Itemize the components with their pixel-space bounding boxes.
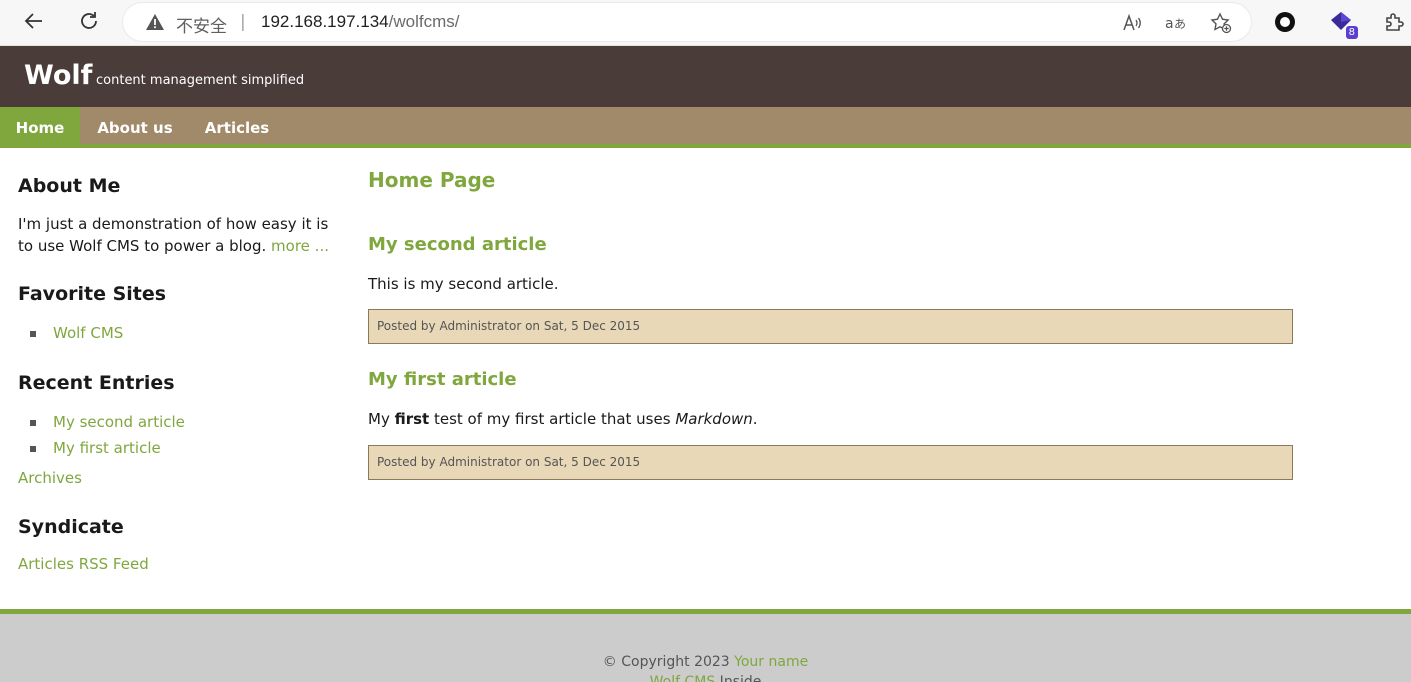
read-aloud-icon[interactable] (1121, 12, 1143, 34)
favorite-link-wolf-cms[interactable]: Wolf CMS (53, 324, 123, 342)
url-text[interactable]: 192.168.197.134/wolfcms/ (261, 12, 459, 32)
inside-text: Inside (715, 674, 762, 682)
refresh-icon (77, 9, 101, 37)
wolf-cms-footer-link[interactable]: Wolf CMS (650, 674, 716, 682)
archives-link[interactable]: Archives (18, 469, 82, 487)
list-item: Wolf CMS (18, 322, 123, 348)
site-title[interactable]: Wolf (24, 60, 92, 91)
article-title-first[interactable]: My first article (368, 369, 517, 390)
page-title: Home Page (368, 168, 496, 192)
article-body-first-suffix: . (752, 410, 758, 428)
syndicate-heading: Syndicate (18, 516, 124, 538)
extensions-puzzle-icon[interactable] (1382, 9, 1408, 35)
address-separator: | (240, 12, 246, 32)
article-title-second[interactable]: My second article (368, 234, 547, 255)
about-more-link[interactable]: more ... (271, 237, 329, 255)
about-heading: About Me (18, 175, 121, 197)
svg-text:a: a (1165, 16, 1174, 32)
back-arrow-icon (22, 9, 46, 37)
menu-item-home[interactable]: Home (0, 107, 80, 144)
main-menu: Home About us Articles (0, 107, 1411, 148)
extension-circle-icon[interactable] (1272, 9, 1298, 35)
about-text-line1: I'm just a demonstration of how easy it … (18, 215, 329, 233)
recent-link-second-article[interactable]: My second article (53, 413, 185, 431)
favorites-list: Wolf CMS (18, 322, 123, 348)
article-info-first: Posted by Administrator on Sat, 5 Dec 20… (368, 445, 1293, 480)
about-text: I'm just a demonstration of how easy it … (18, 213, 333, 257)
extension-badge: 8 (1345, 26, 1358, 39)
site-footer: © Copyright 2023 Your name Wolf CMS Insi… (0, 609, 1411, 682)
footer-copyright: © Copyright 2023 Your name (0, 654, 1411, 670)
article-info-second: Posted by Administrator on Sat, 5 Dec 20… (368, 309, 1293, 344)
translate-icon[interactable]: aあ (1165, 12, 1187, 34)
site-header: Wolf content management simplified (0, 46, 1411, 107)
address-bar[interactable]: 不安全 | 192.168.197.134/wolfcms/ aあ (123, 3, 1251, 41)
list-item: My second article (18, 411, 185, 437)
extension-gem-icon[interactable]: 8 (1328, 9, 1358, 39)
back-button[interactable] (19, 8, 49, 38)
copyright-text: © Copyright 2023 (602, 654, 735, 670)
article-body-first: My first test of my first article that u… (368, 410, 758, 428)
site-slogan: content management simplified (96, 73, 305, 88)
favorites-heading: Favorite Sites (18, 283, 167, 305)
article-body-second: This is my second article. (368, 275, 559, 293)
url-host: 192.168.197.134 (261, 12, 389, 31)
recent-list: My second article My first article (18, 411, 185, 463)
recent-link-first-article[interactable]: My first article (53, 439, 161, 457)
footer-powered: Wolf CMS Inside (0, 674, 1411, 682)
menu-item-articles[interactable]: Articles (201, 107, 273, 144)
favorite-add-icon[interactable] (1210, 12, 1232, 34)
recent-heading: Recent Entries (18, 372, 175, 394)
url-path: /wolfcms/ (388, 12, 460, 31)
menu-item-about-us[interactable]: About us (94, 107, 176, 144)
list-item: My first article (18, 437, 185, 463)
warning-icon[interactable] (145, 13, 165, 35)
about-text-line2: to use Wolf CMS to power a blog. (18, 237, 272, 255)
article-body-first-prefix: My (368, 410, 395, 428)
article-body-first-bold: first (394, 410, 430, 428)
your-name-link[interactable]: Your name (734, 654, 808, 670)
rss-feed-link[interactable]: Articles RSS Feed (18, 555, 149, 573)
svg-text:あ: あ (1174, 17, 1186, 31)
refresh-button[interactable] (74, 8, 104, 38)
browser-toolbar: 不安全 | 192.168.197.134/wolfcms/ aあ 8 (0, 0, 1411, 46)
article-body-first-italic: Markdown (675, 410, 753, 428)
article-body-first-middle: test of my first article that uses (429, 410, 676, 428)
security-label[interactable]: 不安全 (176, 12, 227, 37)
